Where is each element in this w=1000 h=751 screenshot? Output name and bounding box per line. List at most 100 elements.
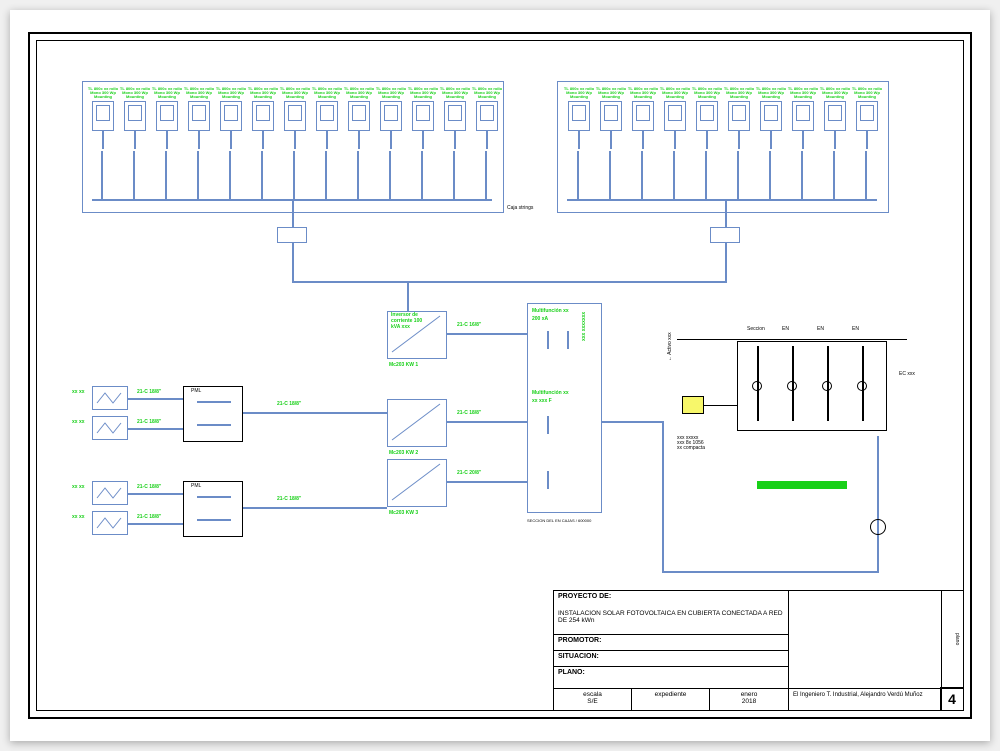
cable-label: 21-C 18/8" <box>137 390 161 395</box>
plano-label: PLANO: <box>558 669 585 676</box>
string-drop <box>325 151 327 199</box>
pv-module: TL 800c xx rolloMono 300 WpMounting <box>343 87 375 149</box>
mini-panel <box>92 386 128 410</box>
fecha-value: 2018 <box>714 698 784 705</box>
mini-panel <box>92 511 128 535</box>
combiner-right <box>710 227 740 243</box>
string-drop <box>229 151 231 199</box>
inner-frame: TL 800c xx rolloMono 300 WpMountingTL 80… <box>36 40 964 711</box>
pml-box <box>183 386 243 442</box>
inverter-2 <box>387 399 447 447</box>
string-drop <box>801 151 803 199</box>
arrow-note: ← Activo xxx <box>667 332 673 361</box>
proyecto-label: PROYECTO DE: <box>558 593 784 600</box>
string-drop <box>293 151 295 199</box>
escala-value: S/E <box>558 698 627 705</box>
string-drop <box>833 151 835 199</box>
mini-label: xx xx <box>72 485 88 490</box>
pv-module: TL 800c xx rolloMono 300 WpMounting <box>215 87 247 149</box>
panel-n2-b: xx xxx F <box>532 399 552 404</box>
panel-n1: 200 xA <box>532 317 548 322</box>
string-drop <box>197 151 199 199</box>
string-drop <box>609 151 611 199</box>
sy-l1: Seccion <box>747 326 765 332</box>
pv-module: TL 800c xx rolloMono 300 WpMounting <box>851 87 883 149</box>
cable-label: 21-C 18/8" <box>137 485 161 490</box>
panel-footer: SECCION DEL EN CAJAS / 600000 <box>527 518 591 523</box>
wire <box>662 421 664 571</box>
string-drop <box>421 151 423 199</box>
drop-right <box>725 199 727 227</box>
drop-left <box>292 199 294 227</box>
panel-side: xxx xxxxxxx <box>582 312 587 341</box>
string-drop <box>769 151 771 199</box>
pv-module: TL 800c xx rolloMono 300 WpMounting <box>87 87 119 149</box>
mini-panel <box>92 416 128 440</box>
wire-label: 21-C 18/8" <box>277 402 301 407</box>
wire <box>243 507 387 509</box>
pv-module: TL 800c xx rolloMono 300 WpMounting <box>375 87 407 149</box>
wire <box>447 421 527 423</box>
pv-module: TL 800c xx rolloMono 300 WpMounting <box>247 87 279 149</box>
wire <box>128 523 183 525</box>
pv-module: TL 800c xx rolloMono 300 WpMounting <box>311 87 343 149</box>
wire <box>447 481 527 483</box>
inv2-tag: 21-C 18/8" <box>457 411 481 416</box>
pv-module: TL 800c xx rolloMono 300 WpMounting <box>151 87 183 149</box>
pml-label: PML <box>191 483 201 489</box>
mini-label: xx xx <box>72 420 88 425</box>
string-drop <box>453 151 455 199</box>
pv-module: TL 800c xx rolloMono 300 WpMounting <box>439 87 471 149</box>
ct-icon <box>822 381 832 391</box>
inv1-tag: 21-C 16/8" <box>457 323 481 328</box>
inv1-sub: Mc203 KW 1 <box>389 363 418 368</box>
pv-module: TL 800c xx rolloMono 300 WpMounting <box>659 87 691 149</box>
wire <box>877 436 879 573</box>
wire <box>128 428 183 430</box>
brk <box>547 471 549 489</box>
sy-out: EC xxx <box>899 371 915 377</box>
ct-icon <box>857 381 867 391</box>
outer-frame: TL 800c xx rolloMono 300 WpMountingTL 80… <box>28 32 972 719</box>
brk <box>547 416 549 434</box>
string-drop <box>101 151 103 199</box>
brk <box>547 331 549 349</box>
sheet-number: 4 <box>940 687 963 710</box>
engineer: El Ingeniero T. Industrial, Alejandro Ve… <box>793 692 923 698</box>
bus-right <box>567 199 877 201</box>
relay-note: xxx xxxxxxxx 8x 1056xx compacta <box>677 436 737 451</box>
inverter-3 <box>387 459 447 507</box>
mini-label: xx xx <box>72 515 88 520</box>
pv-module: TL 800c xx rolloMono 300 WpMounting <box>471 87 503 149</box>
pv-module: TL 800c xx rolloMono 300 WpMounting <box>819 87 851 149</box>
mini-panel <box>92 481 128 505</box>
inv3-tag: 21-C 20/8" <box>457 471 481 476</box>
pv-module: TL 800c xx rolloMono 300 WpMounting <box>787 87 819 149</box>
expediente-label: expediente <box>636 691 705 698</box>
fecha-label: enero <box>714 691 784 698</box>
wire <box>128 493 183 495</box>
panel-title: Multifunción xx <box>532 309 572 314</box>
wire <box>447 333 527 335</box>
wire <box>407 281 409 311</box>
escala-label: escala <box>558 691 627 698</box>
inv2-sub: Mc203 KW 2 <box>389 451 418 456</box>
switchyard-label-bar <box>757 481 847 489</box>
pv-module: TL 800c xx rolloMono 300 WpMounting <box>595 87 627 149</box>
situacion-label: SITUACION: <box>558 653 599 660</box>
drawing-page: TL 800c xx rolloMono 300 WpMountingTL 80… <box>10 10 990 741</box>
ct-icon <box>787 381 797 391</box>
promotor-label: PROMOTOR: <box>558 637 601 644</box>
title-block: PROYECTO DE: INSTALACION SOLAR FOTOVOLTA… <box>553 590 963 710</box>
sy-l4: EN <box>852 326 859 332</box>
string-drop <box>133 151 135 199</box>
inv3-sub: Mc203 KW 3 <box>389 511 418 516</box>
pml-label: PML <box>191 388 201 394</box>
wire <box>662 571 877 573</box>
string-drop <box>261 151 263 199</box>
string-drop <box>165 151 167 199</box>
wire <box>725 243 727 283</box>
string-drop <box>577 151 579 199</box>
pv-module: TL 800c xx rolloMono 300 WpMounting <box>279 87 311 149</box>
main-panel <box>527 303 602 513</box>
